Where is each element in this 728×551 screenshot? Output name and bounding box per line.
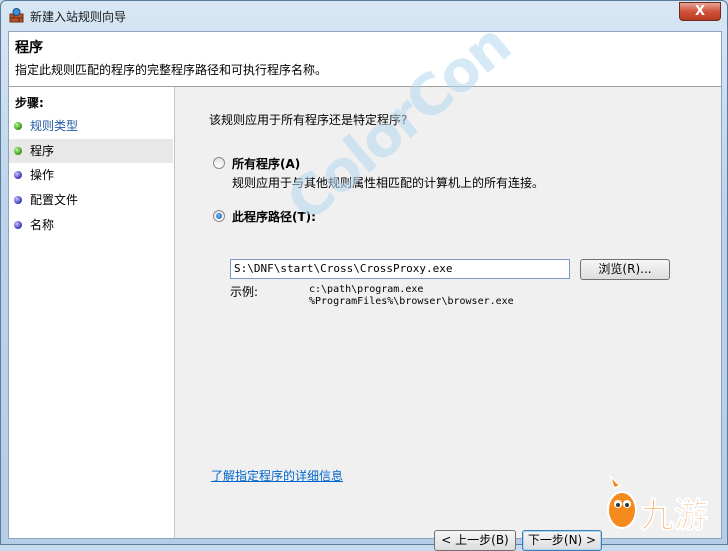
step-profile[interactable]: 配置文件 (9, 188, 173, 212)
step-name[interactable]: 名称 (9, 213, 173, 237)
example-path-1: c:\path\program.exe (309, 284, 424, 295)
wizard-client-area: 程序 指定此规则匹配的程序的完整程序路径和可执行程序名称。 步骤: 规则类型 程… (8, 31, 722, 551)
window-title: 新建入站规则向导 (30, 10, 127, 24)
step-label: 操作 (30, 168, 55, 182)
page-header: 程序 指定此规则匹配的程序的完整程序路径和可执行程序名称。 (9, 32, 721, 87)
back-button[interactable]: < 上一步(B) (434, 530, 516, 551)
page-subtitle: 指定此规则匹配的程序的完整程序路径和可执行程序名称。 (15, 63, 328, 77)
step-action[interactable]: 操作 (9, 163, 173, 187)
wizard-window: 新建入站规则向导 X 程序 指定此规则匹配的程序的完整程序路径和可执行程序名称。… (0, 0, 728, 551)
step-program[interactable]: 程序 (9, 139, 173, 163)
step-pending-icon (14, 196, 22, 204)
step-complete-icon (14, 122, 22, 130)
all-programs-label[interactable]: 所有程序(A) (232, 155, 300, 172)
step-label: 程序 (30, 144, 55, 158)
step-rule-type[interactable]: 规则类型 (9, 114, 173, 138)
all-programs-radio[interactable] (213, 157, 225, 169)
steps-panel: 步骤: 规则类型 程序 操作 配置文件 名称 (9, 87, 175, 538)
steps-heading: 步骤: (15, 96, 44, 110)
step-pending-icon (14, 221, 22, 229)
program-path-input[interactable]: S:\DNF\start\Cross\CrossProxy.exe (230, 259, 570, 279)
next-button[interactable]: 下一步(N) > (522, 530, 602, 551)
step-label: 规则类型 (30, 119, 79, 133)
browse-button[interactable]: 浏览(R)... (580, 259, 670, 280)
example-path-2: %ProgramFiles%\browser\browser.exe (309, 296, 514, 307)
step-label: 名称 (30, 218, 55, 232)
example-label: 示例: (230, 285, 259, 299)
page-title: 程序 (15, 40, 43, 56)
step-current-icon (14, 147, 22, 155)
title-bar[interactable]: 新建入站规则向导 X (1, 1, 727, 31)
jiuyou-watermark-text: 九游 (640, 496, 709, 537)
close-button[interactable]: X (679, 2, 721, 21)
step-pending-icon (14, 171, 22, 179)
learn-more-link[interactable]: 了解指定程序的详细信息 (211, 467, 343, 484)
step-label: 配置文件 (30, 193, 79, 207)
firewall-app-icon (9, 8, 24, 23)
this-program-radio[interactable] (213, 210, 225, 222)
